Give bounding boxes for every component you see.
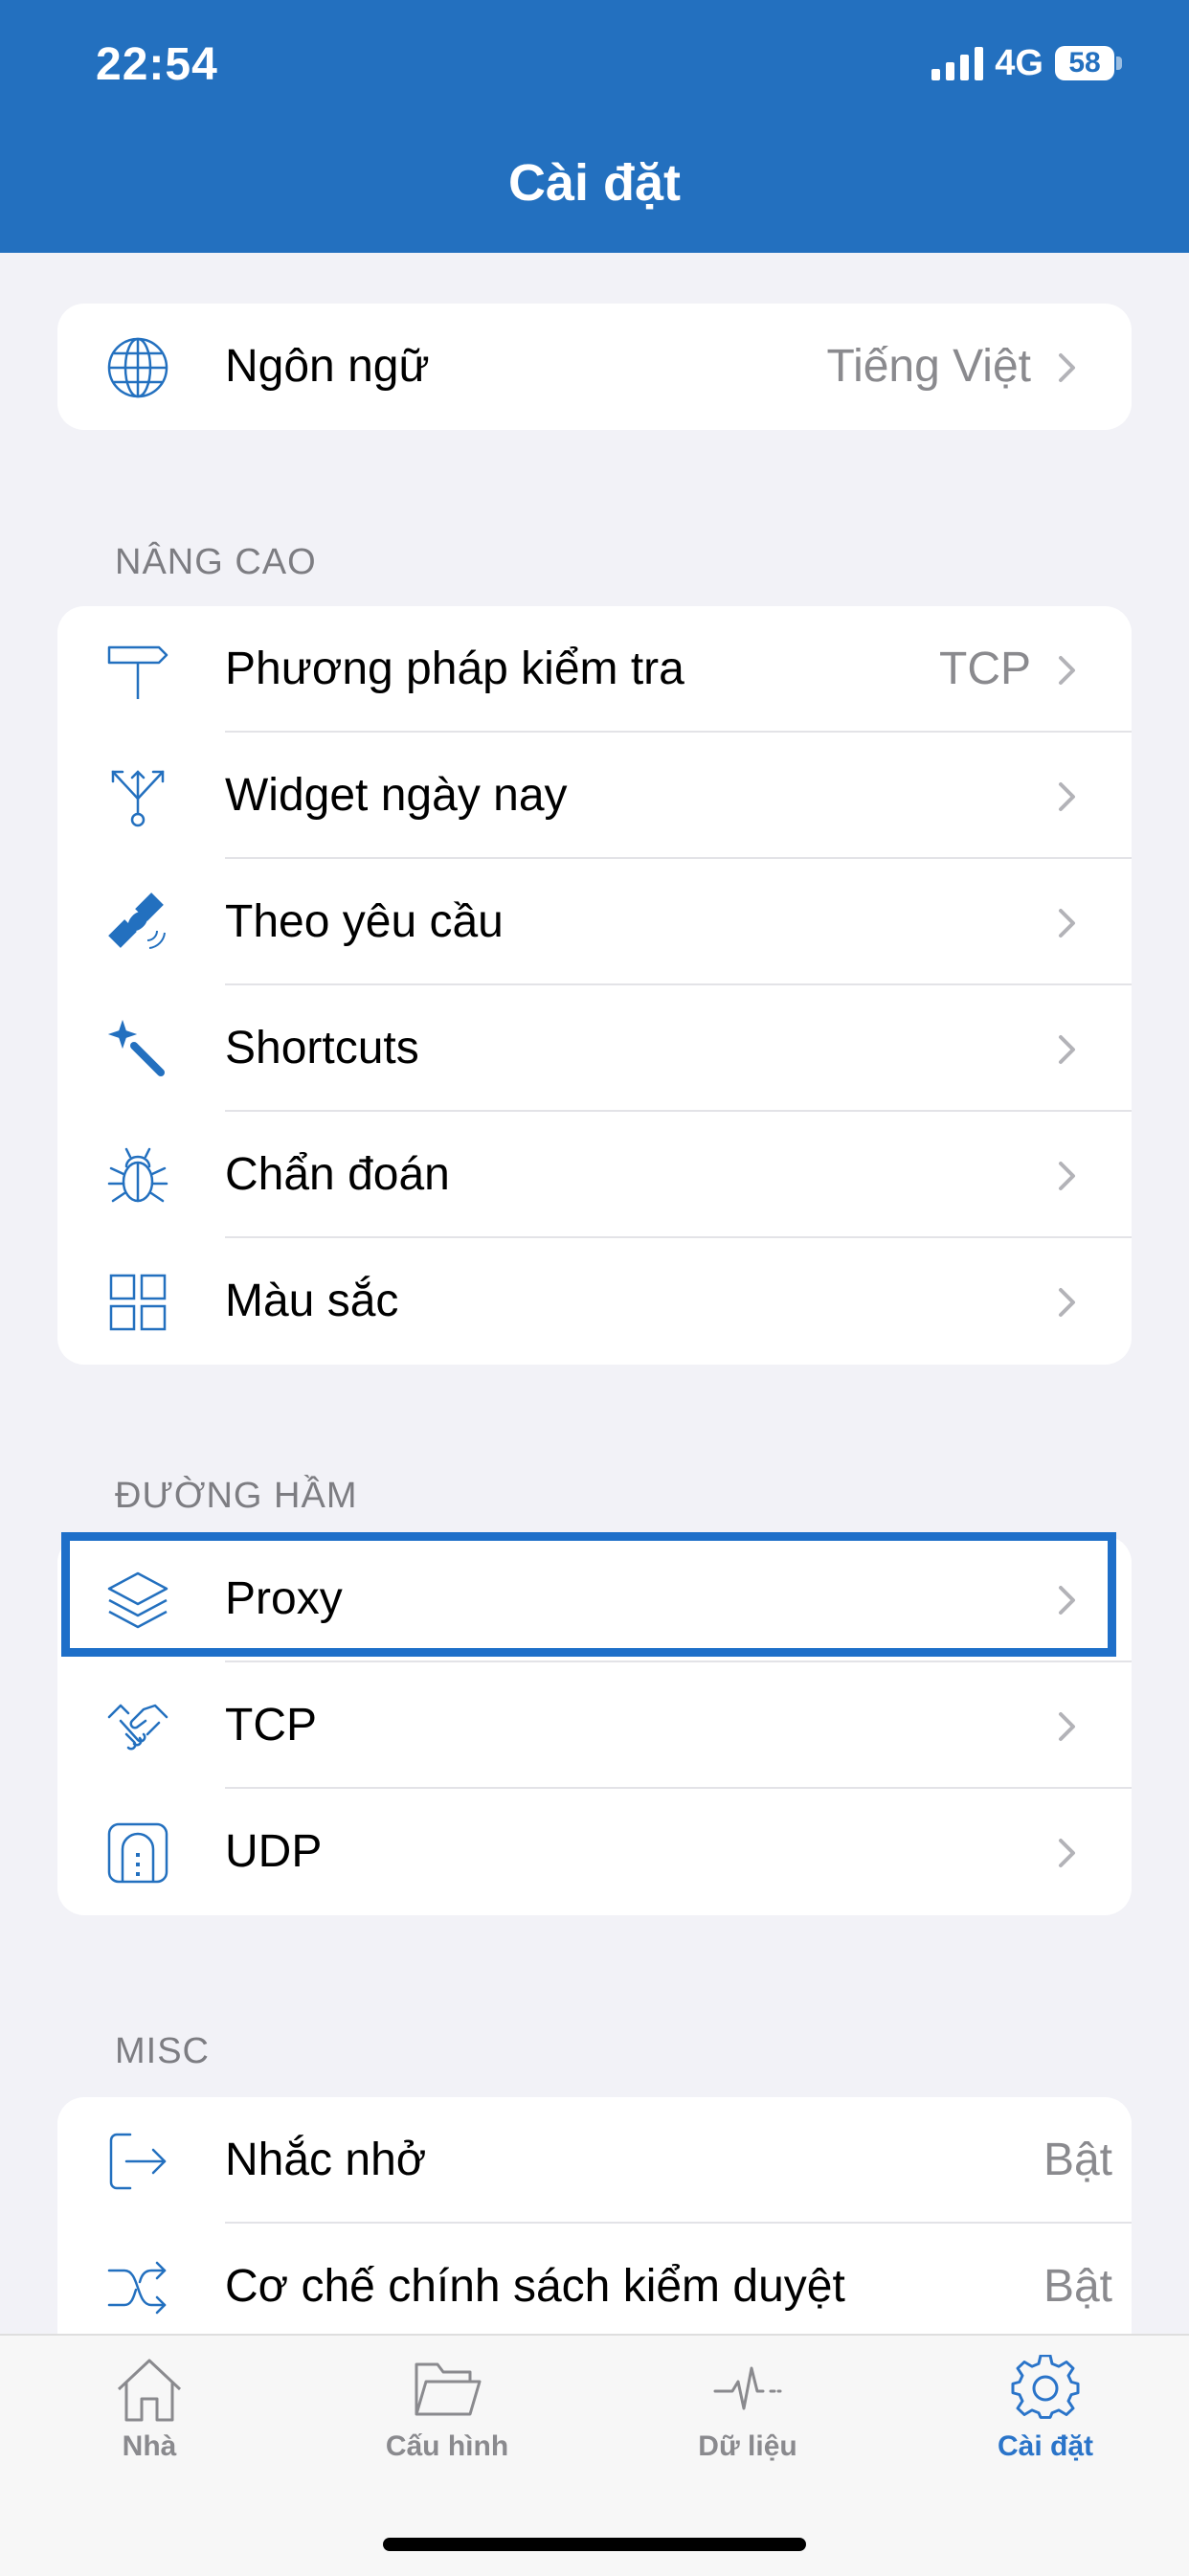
language-label: Ngôn ngữ [225, 341, 430, 392]
home-indicator [383, 2538, 806, 2551]
bug-icon [105, 1143, 170, 1209]
gear-icon [1011, 2354, 1080, 2419]
language-row[interactable]: Ngôn ngữ Tiếng Việt [57, 304, 1132, 430]
handshake-icon [105, 1694, 170, 1759]
proxy-highlight-box [61, 1532, 1116, 1657]
shortcuts-row[interactable]: Shortcuts [57, 985, 1132, 1112]
tab-data-label: Dữ liệu [698, 2430, 797, 2462]
pulse-icon [713, 2366, 782, 2410]
chevron-right-icon [1059, 1288, 1075, 1317]
signpost-icon [105, 638, 170, 703]
on-demand-label: Theo yêu cầu [225, 896, 504, 947]
reminder-label: Nhắc nhở [225, 2135, 427, 2185]
udp-label: UDP [225, 1826, 323, 1877]
language-value: Tiếng Việt [826, 341, 1031, 392]
fork-arrows-icon [105, 764, 170, 829]
colors-label: Màu sắc [225, 1276, 399, 1326]
test-method-row[interactable]: Phương pháp kiểm tra TCP [57, 606, 1132, 733]
status-indicators: 4G 58 [931, 42, 1122, 84]
advanced-card: Phương pháp kiểm tra TCP Widget ngày nay [57, 606, 1132, 1365]
tcp-label: TCP [225, 1700, 317, 1751]
chevron-right-icon [1059, 782, 1075, 811]
tab-data[interactable]: Dữ liệu [623, 2355, 872, 2463]
globe-icon [105, 335, 170, 400]
chevron-right-icon [1059, 656, 1075, 685]
satellite-icon [105, 891, 170, 956]
misc-card: Nhắc nhở Bật Cơ chế chính sách kiểm duyệ… [57, 2097, 1132, 2334]
misc-section-header: MISC [115, 2031, 210, 2071]
widget-label: Widget ngày nay [225, 770, 568, 821]
signal-icon [931, 46, 984, 80]
folder-icon [415, 2362, 482, 2416]
shuffle-icon [105, 2255, 170, 2320]
tunnel-icon [105, 1820, 170, 1886]
status-time: 22:54 [96, 39, 218, 90]
chevron-right-icon [1059, 1162, 1075, 1190]
home-icon [117, 2359, 182, 2422]
page-title: Cài đặt [507, 154, 682, 212]
chevron-right-icon [1059, 353, 1075, 382]
on-demand-row[interactable]: Theo yêu cầu [57, 859, 1132, 985]
network-type: 4G [995, 42, 1043, 83]
diagnostics-label: Chẩn đoán [225, 1149, 450, 1200]
tab-settings-label: Cài đặt [997, 2430, 1094, 2462]
chevron-right-icon [1059, 1839, 1075, 1867]
reminder-value: Bật [1043, 2135, 1112, 2185]
tab-config[interactable]: Cấu hình [323, 2355, 572, 2463]
tab-home-label: Nhà [122, 2430, 177, 2462]
test-method-value: TCP [939, 644, 1031, 694]
exit-arrow-icon [105, 2129, 170, 2194]
shortcuts-label: Shortcuts [225, 1023, 419, 1073]
language-card: Ngôn ngữ Tiếng Việt [57, 304, 1132, 430]
battery-level: 58 [1068, 47, 1101, 79]
censorship-policy-value: Bật [1043, 2261, 1112, 2312]
widget-row[interactable]: Widget ngày nay [57, 733, 1132, 859]
censorship-policy-label: Cơ chế chính sách kiểm duyệt [225, 2261, 845, 2312]
grid-icon [105, 1270, 170, 1335]
diagnostics-row[interactable]: Chẩn đoán [57, 1112, 1132, 1238]
advanced-section-header: NÂNG CAO [115, 542, 317, 582]
tab-config-label: Cấu hình [385, 2430, 509, 2462]
test-method-label: Phương pháp kiểm tra [225, 644, 684, 694]
magic-wand-icon [105, 1017, 170, 1082]
tab-home[interactable]: Nhà [25, 2355, 274, 2463]
tunnel-section-header: ĐƯỜNG HẦM [115, 1476, 358, 1516]
censorship-policy-row[interactable]: Cơ chế chính sách kiểm duyệt Bật [57, 2224, 1132, 2334]
chevron-right-icon [1059, 1035, 1075, 1064]
chevron-right-icon [1059, 1712, 1075, 1741]
header: 22:54 4G 58 Cài đặt [0, 0, 1189, 253]
tcp-row[interactable]: TCP [57, 1662, 1132, 1789]
udp-row[interactable]: UDP [57, 1789, 1132, 1915]
battery-icon: 58 [1055, 46, 1122, 80]
tab-settings[interactable]: Cài đặt [921, 2354, 1170, 2463]
colors-row[interactable]: Màu sắc [57, 1238, 1132, 1365]
reminder-row[interactable]: Nhắc nhở Bật [57, 2097, 1132, 2224]
chevron-right-icon [1059, 909, 1075, 938]
